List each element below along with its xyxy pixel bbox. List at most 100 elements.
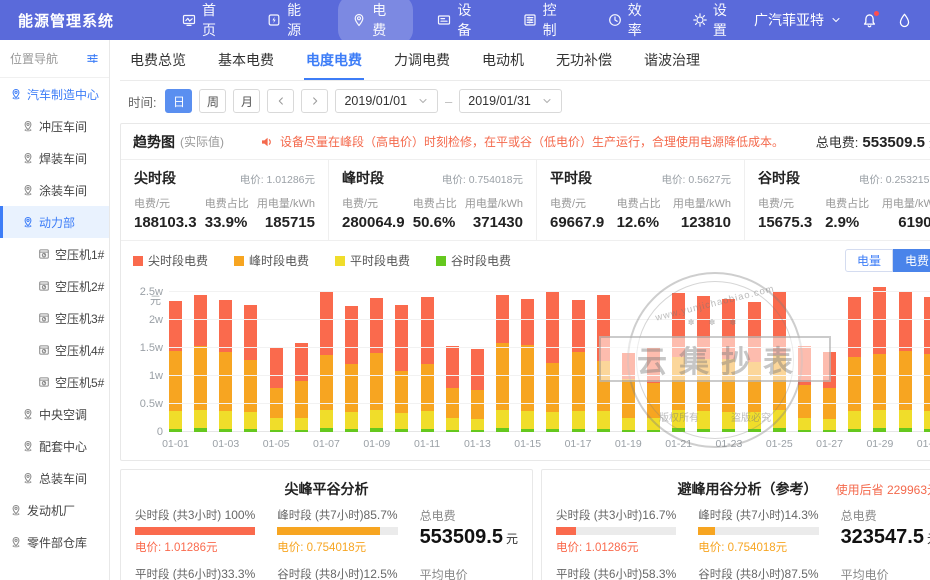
bar-segment-平时段电费 bbox=[697, 411, 710, 429]
tab-电度电费[interactable]: 电度电费 bbox=[304, 40, 364, 80]
sidebar-item-空压机3#[interactable]: 空压机3# bbox=[0, 302, 109, 334]
bar-column-01-31[interactable]: 01-31 bbox=[924, 282, 930, 432]
prev-period-button[interactable] bbox=[267, 89, 294, 113]
metric-percent: 12.5% bbox=[364, 567, 398, 580]
sidebar-item-动力部[interactable]: 动力部 bbox=[0, 206, 109, 238]
period-price: 电价: 0.754018元 bbox=[442, 172, 523, 187]
tab-谐波治理[interactable]: 谐波治理 bbox=[642, 40, 702, 80]
bar-column-01-07[interactable]: 01-07 bbox=[320, 282, 333, 432]
tab-电动机[interactable]: 电动机 bbox=[480, 40, 526, 80]
notification-bell-icon[interactable] bbox=[862, 13, 877, 28]
sidebar-item-中央空调[interactable]: 中央空调 bbox=[0, 398, 109, 430]
y-axis-tick: 1w bbox=[149, 370, 163, 382]
nav-item-控制[interactable]: 控制 bbox=[509, 0, 584, 45]
legend-item-尖时段电费[interactable]: 尖时段电费 bbox=[133, 252, 208, 269]
bar-column-01-16[interactable] bbox=[546, 282, 559, 432]
bar-column-01-21[interactable]: 01-21 bbox=[672, 282, 685, 432]
sidebar-item-零件部仓库[interactable]: 零件部仓库 bbox=[0, 526, 109, 558]
sidebar-item-冲压车间[interactable]: 冲压车间 bbox=[0, 110, 109, 142]
stat-电费/元: 电费/元69667.9 bbox=[550, 195, 604, 231]
toggle-电费[interactable]: 电费 bbox=[893, 249, 930, 272]
stat-value: 123810 bbox=[673, 214, 731, 231]
gridline bbox=[169, 375, 930, 376]
bar-column-01-09[interactable]: 01-09 bbox=[370, 282, 383, 432]
water-drop-icon[interactable] bbox=[897, 13, 912, 28]
bar-column-01-05[interactable]: 01-05 bbox=[270, 282, 283, 432]
sidebar-item-空压机4#[interactable]: 空压机4# bbox=[0, 334, 109, 366]
bar-segment-平时段电费 bbox=[848, 411, 861, 429]
filter-icon[interactable] bbox=[86, 52, 99, 65]
sidebar-item-涂装车间[interactable]: 涂装车间 bbox=[0, 174, 109, 206]
bar-column-01-25[interactable]: 01-25 bbox=[773, 282, 786, 432]
nav-item-电费[interactable]: 电费 bbox=[338, 0, 413, 45]
bar-column-01-22[interactable] bbox=[697, 282, 710, 432]
toggle-电量[interactable]: 电量 bbox=[845, 249, 893, 272]
tab-无功补偿[interactable]: 无功补偿 bbox=[554, 40, 614, 80]
bar-column-01-18[interactable] bbox=[597, 282, 610, 432]
time-mode-月[interactable]: 月 bbox=[233, 89, 260, 113]
bar-column-01-20[interactable] bbox=[647, 282, 660, 432]
bar-column-01-02[interactable] bbox=[194, 282, 207, 432]
bar-column-01-01[interactable]: 01-01 bbox=[169, 282, 182, 432]
bar-column-01-29[interactable]: 01-29 bbox=[873, 282, 886, 432]
legend-item-平时段电费[interactable]: 平时段电费 bbox=[335, 252, 410, 269]
nav-item-能源[interactable]: 能源 bbox=[253, 0, 328, 45]
bar-column-01-28[interactable] bbox=[848, 282, 861, 432]
nav-item-效率[interactable]: 效率 bbox=[594, 0, 669, 45]
tab-电费总览[interactable]: 电费总览 bbox=[128, 40, 188, 80]
bar-column-01-30[interactable] bbox=[899, 282, 912, 432]
bar-column-01-15[interactable]: 01-15 bbox=[521, 282, 534, 432]
period-name: 尖时段 bbox=[134, 168, 176, 188]
time-mode-周[interactable]: 周 bbox=[199, 89, 226, 113]
bar-column-01-13[interactable]: 01-13 bbox=[471, 282, 484, 432]
sidebar-item-空压机1#[interactable]: 空压机1# bbox=[0, 238, 109, 270]
nav-item-label: 首页 bbox=[202, 0, 229, 40]
nav-item-设置[interactable]: 设置 bbox=[679, 0, 754, 45]
sidebar-item-发动机厂[interactable]: 发动机厂 bbox=[0, 494, 109, 526]
sidebar-item-空压机5#[interactable]: 空压机5# bbox=[0, 366, 109, 398]
bar-column-01-27[interactable]: 01-27 bbox=[823, 282, 836, 432]
nav-item-设备[interactable]: 设备 bbox=[423, 0, 498, 45]
trend-title: 趋势图 bbox=[133, 132, 175, 152]
bar-segment-峰时段电费 bbox=[395, 371, 408, 413]
end-date-picker[interactable]: 2019/01/31 bbox=[459, 89, 562, 113]
legend-item-峰时段电费[interactable]: 峰时段电费 bbox=[234, 252, 309, 269]
metric-percent: 85.7% bbox=[364, 508, 398, 522]
sidebar-item-配套中心[interactable]: 配套中心 bbox=[0, 430, 109, 462]
bar-stack bbox=[270, 347, 283, 432]
legend-item-谷时段电费[interactable]: 谷时段电费 bbox=[436, 252, 511, 269]
metric-percent: 33.3% bbox=[221, 567, 255, 580]
sidebar-item-焊装车间[interactable]: 焊装车间 bbox=[0, 142, 109, 174]
bar-column-01-26[interactable] bbox=[798, 282, 811, 432]
time-mode-日[interactable]: 日 bbox=[165, 89, 192, 113]
tab-基本电费[interactable]: 基本电费 bbox=[216, 40, 276, 80]
period-card-峰时段: 峰时段电价: 0.754018元电费/元280064.9电费占比50.6%用电量… bbox=[329, 160, 537, 240]
nav-item-首页[interactable]: 首页 bbox=[168, 0, 243, 45]
bar-column-01-17[interactable]: 01-17 bbox=[572, 282, 585, 432]
bar-column-01-10[interactable] bbox=[395, 282, 408, 432]
bar-column-01-14[interactable] bbox=[496, 282, 509, 432]
bar-column-01-08[interactable] bbox=[345, 282, 358, 432]
bar-column-01-19[interactable]: 01-19 bbox=[622, 282, 635, 432]
location-pin-icon bbox=[22, 152, 34, 164]
bar-column-01-06[interactable] bbox=[295, 282, 308, 432]
bar-column-01-03[interactable]: 01-03 bbox=[219, 282, 232, 432]
bar-segment-尖时段电费 bbox=[873, 287, 886, 354]
start-date-picker[interactable]: 2019/01/01 bbox=[335, 89, 438, 113]
bar-column-01-04[interactable] bbox=[244, 282, 257, 432]
bar-segment-峰时段电费 bbox=[345, 364, 358, 412]
bar-column-01-11[interactable]: 01-11 bbox=[421, 282, 434, 432]
bar-stack bbox=[622, 353, 635, 432]
sidebar-item-空压机2#[interactable]: 空压机2# bbox=[0, 270, 109, 302]
clock-icon bbox=[608, 13, 622, 27]
bar-segment-谷时段电费 bbox=[370, 428, 383, 432]
sidebar-item-总装车间[interactable]: 总装车间 bbox=[0, 462, 109, 494]
company-selector[interactable]: 广汽菲亚特 bbox=[754, 10, 842, 30]
bar-column-01-23[interactable]: 01-23 bbox=[722, 282, 735, 432]
bar-column-01-24[interactable] bbox=[748, 282, 761, 432]
bar-column-01-12[interactable] bbox=[446, 282, 459, 432]
sidebar-item-汽车制造中心[interactable]: 汽车制造中心 bbox=[0, 78, 109, 110]
next-period-button[interactable] bbox=[301, 89, 328, 113]
tab-力调电费[interactable]: 力调电费 bbox=[392, 40, 452, 80]
bar-segment-谷时段电费 bbox=[219, 429, 232, 432]
